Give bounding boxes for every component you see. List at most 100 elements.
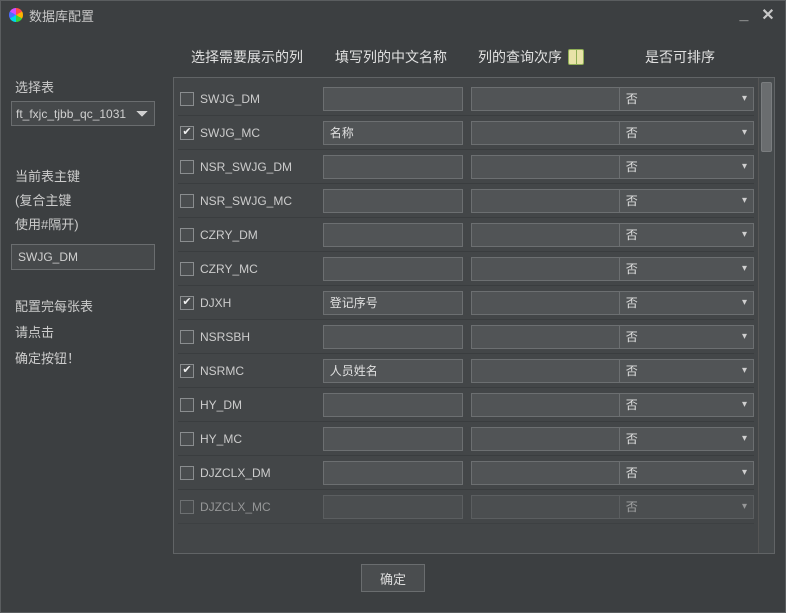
show-checkbox[interactable] — [180, 228, 194, 242]
cn-name-input[interactable] — [323, 495, 463, 519]
order-value[interactable] — [471, 427, 639, 451]
show-checkbox[interactable] — [180, 160, 194, 174]
pk-label-3: 使用#隔开) — [11, 214, 167, 232]
order-spinner[interactable]: ▲▼ — [471, 189, 611, 213]
order-spinner[interactable]: ▲▼ — [471, 291, 611, 315]
minimize-button[interactable]: _ — [735, 10, 753, 20]
sortable-select[interactable]: 否▾ — [619, 495, 754, 519]
show-checkbox[interactable] — [180, 364, 194, 378]
sortable-select[interactable]: 否▾ — [619, 257, 754, 281]
ok-button[interactable]: 确定 — [361, 564, 425, 592]
cn-name-input[interactable] — [323, 121, 463, 145]
order-value[interactable] — [471, 495, 639, 519]
column-name: DJXH — [200, 296, 231, 310]
primary-key-input[interactable] — [11, 244, 155, 270]
header-show-col: 选择需要展示的列 — [173, 47, 321, 67]
sortable-value: 否 — [626, 294, 638, 311]
table-row: DJXH▲▼否▾ — [178, 286, 754, 320]
order-value[interactable] — [471, 189, 639, 213]
chevron-down-icon: ▾ — [742, 433, 747, 444]
order-value[interactable] — [471, 359, 639, 383]
order-spinner[interactable]: ▲▼ — [471, 461, 611, 485]
order-value[interactable] — [471, 461, 639, 485]
chevron-down-icon: ▾ — [742, 93, 747, 104]
order-spinner[interactable]: ▲▼ — [471, 257, 611, 281]
sortable-select[interactable]: 否▾ — [619, 461, 754, 485]
cn-name-input[interactable] — [323, 87, 463, 111]
table-select[interactable]: ft_fxjc_tjbb_qc_1031 — [11, 101, 155, 126]
order-value[interactable] — [471, 87, 639, 111]
show-checkbox[interactable] — [180, 92, 194, 106]
cn-name-input[interactable] — [323, 291, 463, 315]
table-row: NSR_SWJG_MC▲▼否▾ — [178, 184, 754, 218]
order-value[interactable] — [471, 223, 639, 247]
order-spinner[interactable]: ▲▼ — [471, 121, 611, 145]
order-spinner[interactable]: ▲▼ — [471, 87, 611, 111]
cn-name-input[interactable] — [323, 427, 463, 451]
order-spinner[interactable]: ▲▼ — [471, 393, 611, 417]
sortable-select[interactable]: 否▾ — [619, 121, 754, 145]
select-table-label: 选择表 — [11, 77, 167, 95]
grid-rows: SWJG_DM▲▼否▾SWJG_MC▲▼否▾NSR_SWJG_DM▲▼否▾NSR… — [174, 78, 758, 553]
chevron-down-icon: ▾ — [742, 161, 747, 172]
order-spinner[interactable]: ▲▼ — [471, 325, 611, 349]
show-checkbox[interactable] — [180, 500, 194, 514]
show-checkbox[interactable] — [180, 398, 194, 412]
show-checkbox[interactable] — [180, 296, 194, 310]
sortable-select[interactable]: 否▾ — [619, 87, 754, 111]
show-checkbox[interactable] — [180, 194, 194, 208]
order-spinner[interactable]: ▲▼ — [471, 223, 611, 247]
scrollbar-thumb[interactable] — [761, 82, 772, 152]
book-icon[interactable] — [568, 49, 584, 65]
cn-name-input[interactable] — [323, 155, 463, 179]
order-spinner[interactable]: ▲▼ — [471, 359, 611, 383]
show-checkbox[interactable] — [180, 466, 194, 480]
show-checkbox[interactable] — [180, 262, 194, 276]
chevron-down-icon: ▾ — [742, 399, 747, 410]
sortable-select[interactable]: 否▾ — [619, 291, 754, 315]
cn-name-input[interactable] — [323, 189, 463, 213]
sortable-value: 否 — [626, 464, 638, 481]
cn-name-input[interactable] — [323, 461, 463, 485]
order-value[interactable] — [471, 393, 639, 417]
sortable-select[interactable]: 否▾ — [619, 155, 754, 179]
column-name: SWJG_DM — [200, 92, 260, 106]
sortable-select[interactable]: 否▾ — [619, 427, 754, 451]
order-value[interactable] — [471, 325, 639, 349]
order-value[interactable] — [471, 257, 639, 281]
order-value[interactable] — [471, 121, 639, 145]
sortable-value: 否 — [626, 362, 638, 379]
cn-name-input[interactable] — [323, 325, 463, 349]
chevron-down-icon: ▾ — [742, 127, 747, 138]
sortable-select[interactable]: 否▾ — [619, 189, 754, 213]
sortable-select[interactable]: 否▾ — [619, 223, 754, 247]
order-spinner[interactable]: ▲▼ — [471, 427, 611, 451]
sortable-value: 否 — [626, 396, 638, 413]
note-line-3: 确定按钮！ — [11, 348, 167, 366]
show-checkbox[interactable] — [180, 126, 194, 140]
chevron-down-icon: ▾ — [742, 365, 747, 376]
pk-label-2: (复合主键 — [11, 190, 167, 208]
table-row: HY_MC▲▼否▾ — [178, 422, 754, 456]
show-checkbox[interactable] — [180, 432, 194, 446]
sortable-value: 否 — [626, 498, 638, 515]
close-button[interactable]: ✕ — [759, 5, 777, 25]
sortable-value: 否 — [626, 260, 638, 277]
sortable-select[interactable]: 否▾ — [619, 325, 754, 349]
note-line-2: 请点击 — [11, 322, 167, 340]
sortable-select[interactable]: 否▾ — [619, 393, 754, 417]
sortable-value: 否 — [626, 328, 638, 345]
note-line-1: 配置完每张表 — [11, 296, 167, 314]
order-value[interactable] — [471, 155, 639, 179]
cn-name-input[interactable] — [323, 223, 463, 247]
order-value[interactable] — [471, 291, 639, 315]
cn-name-input[interactable] — [323, 359, 463, 383]
cn-name-input[interactable] — [323, 393, 463, 417]
sortable-select[interactable]: 否▾ — [619, 359, 754, 383]
vertical-scrollbar[interactable] — [758, 78, 774, 553]
order-spinner[interactable]: ▲▼ — [471, 155, 611, 179]
cn-name-input[interactable] — [323, 257, 463, 281]
chevron-down-icon: ▾ — [742, 297, 747, 308]
order-spinner[interactable]: ▲▼ — [471, 495, 611, 519]
show-checkbox[interactable] — [180, 330, 194, 344]
